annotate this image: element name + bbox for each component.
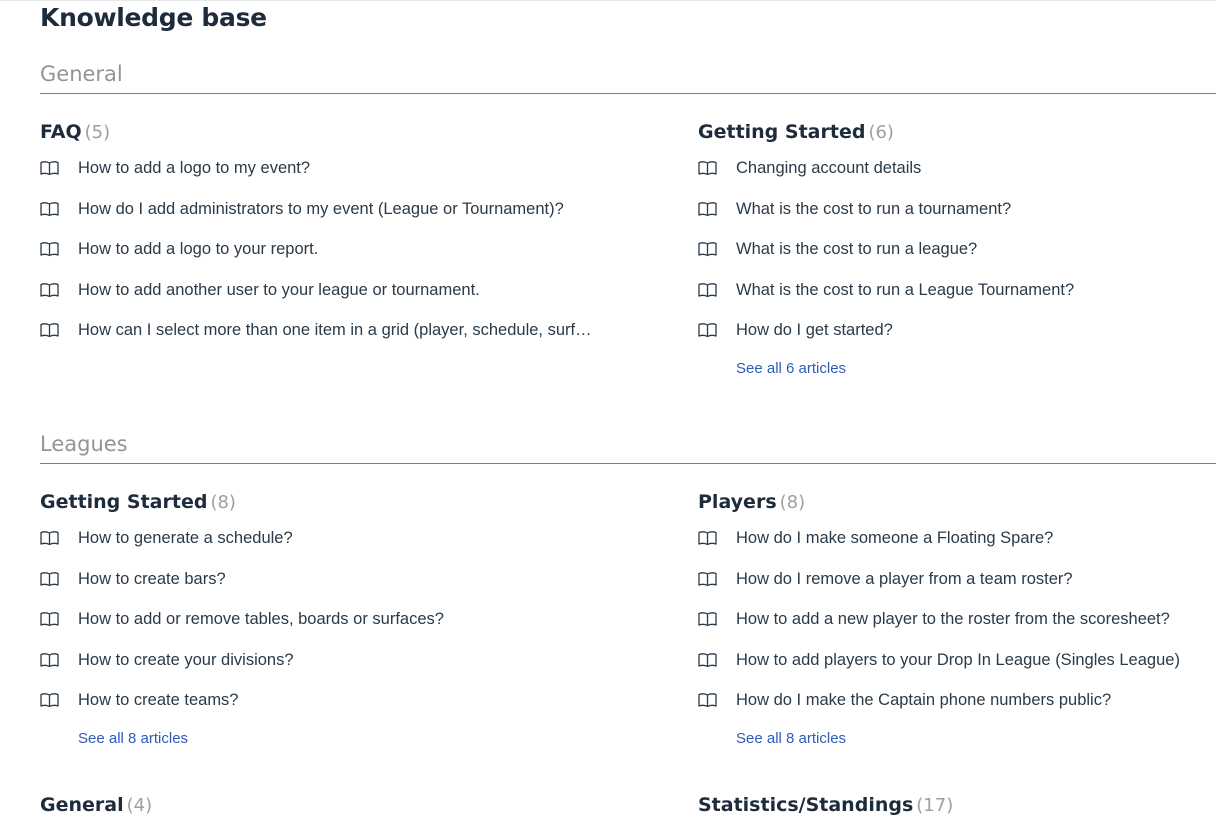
article-link[interactable]: What is the cost to run a League Tournam… bbox=[736, 279, 1074, 301]
article-item: How do I make the Captain phone numbers … bbox=[698, 689, 1208, 730]
category-name[interactable]: Players bbox=[698, 491, 777, 513]
category-count: (4) bbox=[126, 795, 153, 816]
book-open-icon bbox=[698, 693, 717, 708]
article-link[interactable]: How to add a new player to the roster fr… bbox=[736, 608, 1170, 630]
section-title-general: General bbox=[40, 62, 123, 86]
article-item: How to create your divisions? bbox=[40, 649, 600, 690]
section-divider bbox=[40, 463, 1216, 464]
book-open-icon bbox=[40, 282, 59, 297]
article-item: How to add a logo to your report. bbox=[40, 238, 600, 279]
book-open-icon bbox=[698, 242, 717, 257]
article-item: How do I make someone a Floating Spare? bbox=[698, 527, 1208, 568]
book-open-icon bbox=[698, 201, 717, 216]
category-heading[interactable]: Statistics/Standings (17) bbox=[698, 790, 1208, 820]
article-item: How to add or remove tables, boards or s… bbox=[40, 608, 600, 649]
category-faq: FAQ (5) How to add a logo to my event? Ho… bbox=[40, 117, 600, 360]
article-link[interactable]: How to add players to your Drop In Leagu… bbox=[736, 649, 1180, 671]
section-title-leagues: Leagues bbox=[40, 432, 128, 456]
article-link[interactable]: How to add a logo to your report. bbox=[78, 238, 318, 260]
book-open-icon bbox=[40, 242, 59, 257]
book-open-icon bbox=[40, 161, 59, 176]
category-count: (5) bbox=[84, 122, 111, 143]
article-item: What is the cost to run a league? bbox=[698, 238, 1216, 279]
category-count: (17) bbox=[916, 795, 954, 816]
category-name[interactable]: General bbox=[40, 794, 124, 816]
article-link[interactable]: Changing account details bbox=[736, 157, 921, 179]
article-link[interactable]: How can I select more than one item in a… bbox=[78, 319, 600, 341]
category-name[interactable]: Getting Started bbox=[698, 121, 865, 143]
article-list: Changing account details What is the cos… bbox=[698, 157, 1216, 360]
article-item: How can I select more than one item in a… bbox=[40, 319, 600, 360]
article-list: How do I make someone a Floating Spare? … bbox=[698, 527, 1208, 730]
book-open-icon bbox=[40, 652, 59, 667]
book-open-icon bbox=[40, 201, 59, 216]
article-link[interactable]: How do I make the Captain phone numbers … bbox=[736, 689, 1111, 711]
book-open-icon bbox=[40, 323, 59, 338]
article-link[interactable]: How do I add administrators to my event … bbox=[78, 198, 564, 220]
category-heading[interactable]: Getting Started (6) bbox=[698, 117, 1216, 147]
category-count: (6) bbox=[868, 122, 894, 143]
category-name[interactable]: Getting Started bbox=[40, 491, 207, 513]
article-link[interactable]: How to add a logo to my event? bbox=[78, 157, 310, 179]
book-open-icon bbox=[698, 161, 717, 176]
article-item: How to generate a schedule? bbox=[40, 527, 600, 568]
article-item: How do I remove a player from a team ros… bbox=[698, 568, 1208, 609]
category-name[interactable]: Statistics/Standings bbox=[698, 794, 913, 816]
category-heading[interactable]: FAQ (5) bbox=[40, 117, 600, 147]
article-item: How do I add administrators to my event … bbox=[40, 198, 600, 239]
article-link[interactable]: How to create teams? bbox=[78, 689, 239, 711]
article-link[interactable]: How to generate a schedule? bbox=[78, 527, 293, 549]
article-item: What is the cost to run a tournament? bbox=[698, 198, 1216, 239]
category-heading[interactable]: General (4) bbox=[40, 790, 600, 820]
category-heading[interactable]: Getting Started (8) bbox=[40, 487, 600, 517]
category-leagues-general: General (4) bbox=[40, 790, 600, 820]
article-link[interactable]: How to add another user to your league o… bbox=[78, 279, 480, 301]
article-list: How to add a logo to my event? How do I … bbox=[40, 157, 600, 360]
category-leagues-getting-started: Getting Started (8) How to generate a sch… bbox=[40, 487, 600, 749]
article-link[interactable]: How do I make someone a Floating Spare? bbox=[736, 527, 1053, 549]
book-open-icon bbox=[40, 612, 59, 627]
article-item: How to add players to your Drop In Leagu… bbox=[698, 649, 1208, 690]
category-getting-started: Getting Started (6) Changing account deta… bbox=[698, 117, 1216, 379]
see-all-articles-link[interactable]: See all 8 articles bbox=[736, 729, 846, 749]
category-name[interactable]: FAQ bbox=[40, 121, 82, 143]
article-item: How to create bars? bbox=[40, 568, 600, 609]
page-title: Knowledge base bbox=[40, 3, 267, 32]
book-open-icon bbox=[698, 323, 717, 338]
book-open-icon bbox=[698, 571, 717, 586]
article-link[interactable]: How to create your divisions? bbox=[78, 649, 294, 671]
article-item: How to add a new player to the roster fr… bbox=[698, 608, 1208, 649]
category-count: (8) bbox=[779, 492, 806, 513]
article-item: What is the cost to run a League Tournam… bbox=[698, 279, 1216, 320]
article-item: Changing account details bbox=[698, 157, 1216, 198]
category-statistics-standings: Statistics/Standings (17) bbox=[698, 790, 1208, 820]
category-players: Players (8) How do I make someone a Float… bbox=[698, 487, 1208, 749]
article-link[interactable]: How to add or remove tables, boards or s… bbox=[78, 608, 444, 630]
category-heading[interactable]: Players (8) bbox=[698, 487, 1208, 517]
section-divider bbox=[40, 93, 1216, 94]
book-open-icon bbox=[40, 531, 59, 546]
article-link[interactable]: How do I remove a player from a team ros… bbox=[736, 568, 1073, 590]
article-link[interactable]: What is the cost to run a tournament? bbox=[736, 198, 1011, 220]
article-item: How do I get started? bbox=[698, 319, 1216, 360]
article-link[interactable]: How do I get started? bbox=[736, 319, 893, 341]
book-open-icon bbox=[698, 652, 717, 667]
book-open-icon bbox=[698, 612, 717, 627]
book-open-icon bbox=[40, 693, 59, 708]
book-open-icon bbox=[698, 531, 717, 546]
article-link[interactable]: How to create bars? bbox=[78, 568, 226, 590]
article-item: How to create teams? bbox=[40, 689, 600, 730]
book-open-icon bbox=[40, 571, 59, 586]
article-list: How to generate a schedule? How to creat… bbox=[40, 527, 600, 730]
article-item: How to add a logo to my event? bbox=[40, 157, 600, 198]
see-all-articles-link[interactable]: See all 8 articles bbox=[78, 729, 188, 749]
article-item: How to add another user to your league o… bbox=[40, 279, 600, 320]
category-count: (8) bbox=[210, 492, 236, 513]
see-all-articles-link[interactable]: See all 6 articles bbox=[736, 359, 846, 379]
article-link[interactable]: What is the cost to run a league? bbox=[736, 238, 977, 260]
book-open-icon bbox=[698, 282, 717, 297]
